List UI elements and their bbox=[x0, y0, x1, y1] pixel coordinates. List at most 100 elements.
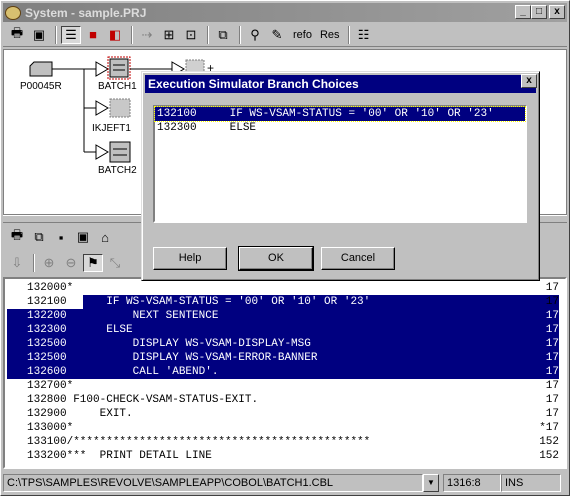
branch-choices-dialog: Execution Simulator Branch Choices x 132… bbox=[141, 71, 540, 281]
dialog-title: Execution Simulator Branch Choices bbox=[145, 75, 536, 93]
code-line[interactable]: 132200 NEXT SENTENCE 17 bbox=[7, 309, 559, 323]
batch1-node-shape[interactable] bbox=[109, 58, 129, 78]
code-content: 132900 EXIT. bbox=[27, 407, 133, 421]
code-content: 132500 DISPLAY WS-VSAM-ERROR-BANNER bbox=[27, 351, 317, 365]
ok-button[interactable]: OK bbox=[238, 246, 314, 271]
minimize-button[interactable]: _ bbox=[515, 5, 531, 19]
code-line-text: 132700* bbox=[27, 380, 74, 392]
code-line[interactable]: 132100 IF WS-VSAM-STATUS = '00' OR '10' … bbox=[7, 295, 559, 309]
code-line-marker: 17 bbox=[545, 380, 559, 392]
code-line-marker: 17 bbox=[545, 352, 559, 364]
copy-icon[interactable]: ⧉ bbox=[213, 26, 233, 44]
run-icon[interactable]: ⚑ bbox=[83, 254, 103, 272]
print-all-icon[interactable]: ⧉ bbox=[29, 228, 49, 246]
print-icon[interactable]: 🖶 bbox=[7, 25, 27, 44]
code-statement: EXIT. bbox=[66, 408, 133, 420]
arrow-shape bbox=[95, 144, 109, 160]
code-line-text: 132900 bbox=[27, 408, 67, 420]
path-dropdown-icon[interactable]: ▼ bbox=[423, 474, 439, 492]
code-line[interactable]: 133000* *17 bbox=[7, 421, 559, 435]
branch-choice-list[interactable]: 132100 IF WS-VSAM-STATUS = '00' OR '10' … bbox=[153, 105, 527, 223]
code-statement: DISPLAY WS-VSAM-ERROR-BANNER bbox=[66, 352, 318, 364]
status-insert-mode: INS bbox=[501, 474, 561, 492]
branch-choice-item[interactable]: 132100 IF WS-VSAM-STATUS = '00' OR '10' … bbox=[154, 106, 526, 122]
cancel-button[interactable]: Cancel bbox=[321, 247, 395, 270]
save-as-icon[interactable]: ▣ bbox=[73, 228, 93, 246]
code-line-marker: 17 bbox=[545, 394, 559, 406]
branch-statement: IF WS-VSAM-STATUS = '00' OR '10' OR '23' bbox=[229, 108, 494, 120]
code-line[interactable]: 133200*** PRINT DETAIL LINE 152 bbox=[7, 449, 559, 463]
code-line[interactable]: 133100/*********************************… bbox=[7, 435, 559, 449]
tree-icon[interactable]: ⊞ bbox=[159, 26, 179, 44]
program-node-shape[interactable] bbox=[29, 61, 53, 77]
code-content: 132300 ELSE bbox=[27, 323, 133, 337]
code-editor[interactable]: 132000* 17 132100 IF WS-VSAM-STATUS = '00'… bbox=[3, 277, 567, 469]
dialog-close-button[interactable]: x bbox=[521, 74, 537, 88]
open-icon[interactable]: ⌂ bbox=[95, 228, 115, 246]
code-line-text: 132200 bbox=[27, 310, 67, 322]
red-box-icon[interactable]: ■ bbox=[83, 26, 103, 44]
red-split-icon[interactable]: ◧ bbox=[105, 26, 125, 44]
code-line-marker: 152 bbox=[539, 436, 559, 448]
code-line[interactable]: 132600 CALL 'ABEND'. 17 bbox=[7, 365, 559, 379]
step-icon[interactable]: ⇩ bbox=[7, 254, 27, 272]
code-line-marker: 17 bbox=[545, 366, 559, 378]
code-line[interactable]: 132500 DISPLAY WS-VSAM-ERROR-BANNER 17 bbox=[7, 351, 559, 365]
code-line-text: 133000* bbox=[27, 422, 74, 434]
open-folder-icon[interactable]: ▣ bbox=[29, 26, 49, 44]
window-title: System - sample.PRJ bbox=[25, 5, 147, 20]
code-content: 132100 IF WS-VSAM-STATUS = '00' OR '10' … bbox=[27, 295, 370, 309]
refo-button[interactable]: refo bbox=[293, 29, 312, 41]
code-line[interactable]: 132500 DISPLAY WS-VSAM-DISPLAY-MSG 17 bbox=[7, 337, 559, 351]
code-line[interactable]: 132300 ELSE 17 bbox=[7, 323, 559, 337]
branch-line-number: 132100 bbox=[157, 108, 197, 120]
code-line-text: 132300 bbox=[27, 324, 67, 336]
node-label-ikjeft: IKJEFT1 bbox=[92, 123, 131, 134]
code-line-marker: 17 bbox=[545, 324, 559, 336]
status-cursor-position: 1316:8 bbox=[443, 474, 501, 492]
code-line[interactable]: 132900 EXIT. 17 bbox=[7, 407, 559, 421]
status-file-path: C:\TPS\SAMPLES\REVOLVE\SAMPLEAPP\COBOL\B… bbox=[3, 474, 423, 492]
code-line-marker: 17 bbox=[545, 338, 559, 350]
pencil-icon[interactable]: ✎ bbox=[267, 26, 287, 44]
ikjeft-node-shape[interactable] bbox=[109, 98, 131, 118]
save-icon[interactable]: ▪ bbox=[51, 228, 71, 246]
link-icon[interactable]: ⇢ bbox=[137, 26, 157, 44]
toolbar-separator bbox=[239, 25, 241, 44]
text-view-icon[interactable]: ☰ bbox=[61, 25, 81, 44]
code-line-text: 133100 bbox=[27, 436, 67, 448]
node-label-batch2: BATCH2 bbox=[98, 165, 137, 176]
title-bar: System - sample.PRJ _ □ x bbox=[3, 3, 567, 22]
code-content: 132200 NEXT SENTENCE bbox=[27, 309, 218, 323]
main-toolbar: 🖶 ▣ ☰ ■ ◧ ⇢ ⊞ ⊡ ⧉ ⚲ ✎ refo Res ☷ bbox=[3, 23, 567, 47]
branch-choice-item[interactable]: 132300 ELSE bbox=[155, 121, 525, 135]
code-line-text: 132500 bbox=[27, 338, 67, 350]
code-statement: F100-CHECK-VSAM-STATUS-EXIT. bbox=[66, 394, 259, 406]
res-button[interactable]: Res bbox=[320, 29, 340, 41]
add-breakpoint-icon[interactable]: ⊕ bbox=[39, 254, 59, 272]
code-statement: CALL 'ABEND'. bbox=[66, 366, 219, 378]
app-icon bbox=[5, 5, 21, 20]
code-statement: IF WS-VSAM-STATUS = '00' OR '10' OR '23' bbox=[66, 296, 371, 308]
code-line[interactable]: 132800 F100-CHECK-VSAM-STATUS-EXIT. 17 bbox=[7, 393, 559, 407]
help-button[interactable]: Help bbox=[153, 247, 227, 270]
code-content: 132700* bbox=[27, 379, 73, 393]
maximize-button[interactable]: □ bbox=[531, 5, 547, 19]
code-line-text: 132600 bbox=[27, 366, 67, 378]
properties-icon[interactable]: ☷ bbox=[354, 26, 374, 44]
binoculars-icon[interactable]: ⚲ bbox=[245, 26, 265, 44]
code-line-marker: 152 bbox=[539, 450, 559, 462]
remove-breakpoint-icon[interactable]: ⊖ bbox=[61, 254, 81, 272]
print-icon[interactable]: 🖶 bbox=[7, 227, 27, 246]
code-line-marker: 17 bbox=[545, 296, 559, 308]
code-line[interactable]: 132000* 17 bbox=[7, 281, 559, 295]
branch-gap bbox=[197, 122, 230, 134]
code-line[interactable]: 132700* 17 bbox=[7, 379, 559, 393]
batch2-node-shape[interactable] bbox=[109, 141, 131, 163]
expand-icon[interactable]: ⊡ bbox=[181, 26, 201, 44]
toolbar-separator bbox=[33, 254, 35, 272]
code-line-marker: 17 bbox=[545, 282, 559, 294]
code-line-marker: 17 bbox=[545, 408, 559, 420]
stop-icon[interactable]: ⤡ bbox=[105, 254, 125, 272]
close-button[interactable]: x bbox=[549, 5, 565, 19]
